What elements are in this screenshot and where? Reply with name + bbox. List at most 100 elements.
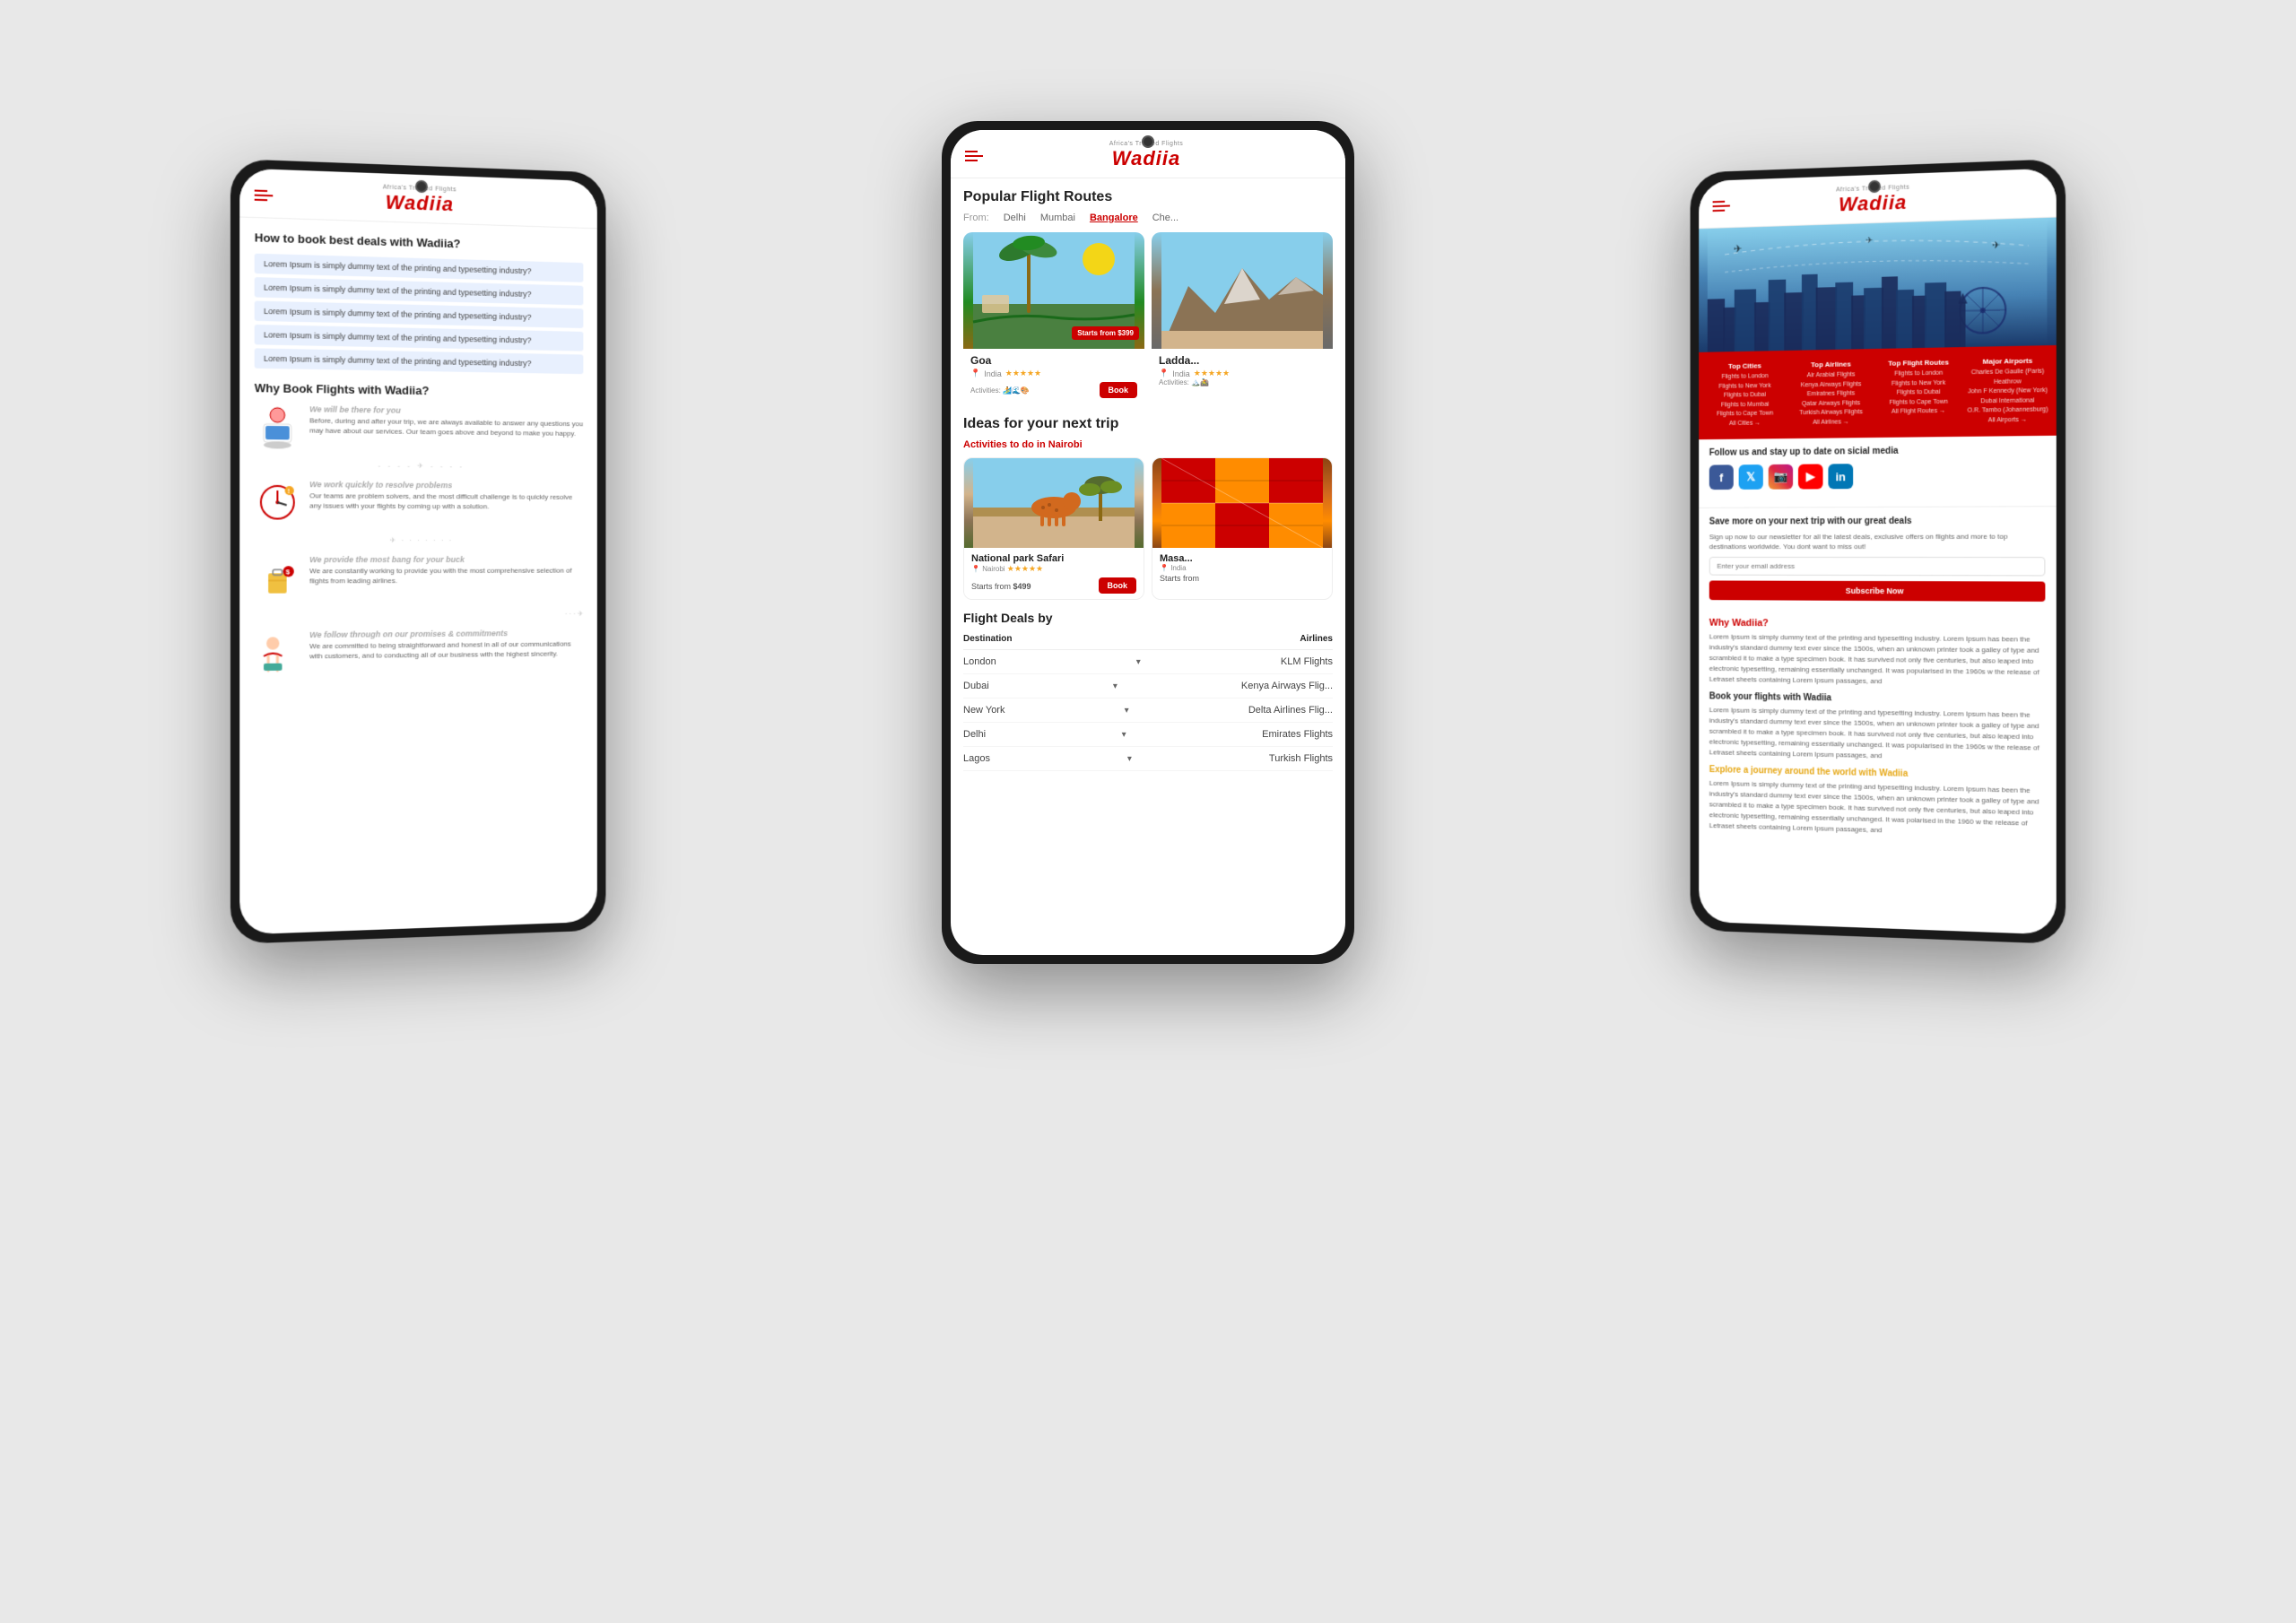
dest-newyork: New York	[963, 705, 1004, 716]
svg-text:✈: ✈	[1866, 236, 1873, 246]
why-text-2: We work quickly to resolve problems Our …	[309, 480, 583, 512]
nav-routes-title: Top Flight Routes	[1878, 358, 1959, 368]
masai-subtitle: 📍 India	[1160, 564, 1325, 572]
masai-price: Starts from	[1160, 574, 1325, 583]
chevron-lagos: ▾	[1127, 754, 1132, 764]
youtube-icon[interactable]: ▶	[1798, 464, 1823, 489]
activity-cards-container: National park Safari 📍 Nairobi ★★★★★ Sta…	[963, 457, 1333, 600]
header-right-space-left	[562, 205, 583, 206]
why-text-4: We follow through on our promises & comm…	[309, 629, 583, 662]
tab-mumbai[interactable]: Mumbai	[1040, 213, 1075, 223]
deals-row-dubai[interactable]: Dubai ▾ Kenya Airways Flig...	[963, 674, 1333, 699]
airlines-col-header: Airlines	[1300, 634, 1333, 644]
ladakh-activities: Activities: 🏔️🚵	[1159, 378, 1326, 386]
main-scene: Africa's Trusted Flights Wadiia How to b…	[161, 94, 2135, 1529]
tab-delhi[interactable]: Delhi	[1004, 213, 1026, 223]
deals-row-newyork[interactable]: New York ▾ Delta Airlines Flig...	[963, 699, 1333, 723]
hamburger-menu-center[interactable]	[965, 151, 983, 161]
why-item-1: We will be there for you Before, during …	[255, 404, 584, 452]
nav-airports-link-1[interactable]: Charles De Gaulle (Paris)	[1967, 368, 2049, 378]
airline-delhi: Emirates Flights	[1262, 729, 1333, 740]
why-text-1: We will be there for you Before, during …	[309, 404, 583, 438]
nav-cities-link-5[interactable]: Flights to Cape Town	[1706, 409, 1784, 420]
deals-header: Destination Airlines	[963, 629, 1333, 650]
linkedin-icon[interactable]: in	[1828, 464, 1853, 489]
center-phone-content: Popular Flight Routes From: Delhi Mumbai…	[951, 178, 1345, 782]
nav-airlines-link-2[interactable]: Kenya Airways Flights	[1791, 380, 1871, 391]
nav-airports-link-3[interactable]: John F Kennedy (New York)	[1967, 386, 2049, 397]
safari-price-btn: Starts from $499 Book	[971, 577, 1136, 594]
hamburger-menu-right[interactable]	[1713, 200, 1730, 211]
phone-center-screen: Africa's Trusted Flights Wadiia Popular …	[951, 130, 1345, 955]
faq-item-4[interactable]: Lorem Ipsum is simply dummy text of the …	[255, 325, 584, 352]
newsletter-section: Save more on your next trip with our gre…	[1699, 506, 2057, 611]
deals-row-delhi[interactable]: Delhi ▾ Emirates Flights	[963, 723, 1333, 747]
goa-price-btn: Activities: 🏄🌊🎨 Book	[970, 382, 1137, 398]
city-skyline: ✈ ✈ ✈	[1699, 218, 2057, 352]
flight-card-ladakh[interactable]: Ladda... 📍 India ★★★★★ Activities: 🏔️🚵	[1152, 232, 1333, 404]
deco-line-3: · · · ✈	[255, 610, 584, 620]
about-text: Lorem Ipsum is simply dummy text of the …	[1709, 632, 2046, 690]
why-icon-3: $	[255, 555, 300, 601]
goa-title: Goa	[970, 354, 1137, 367]
faq-item-2[interactable]: Lorem Ipsum is simply dummy text of the …	[255, 277, 584, 305]
airline-newyork: Delta Airlines Flig...	[1248, 705, 1333, 716]
email-input[interactable]	[1709, 557, 2046, 577]
logo-text-right: Wadiia	[1839, 191, 1907, 217]
nav-airports-all[interactable]: All Airports →	[1967, 415, 2049, 426]
nav-routes-link-4[interactable]: Flights to Cape Town	[1878, 397, 1959, 408]
chevron-delhi: ▾	[1122, 730, 1126, 740]
instagram-icon[interactable]: 📷	[1769, 464, 1793, 490]
tab-che[interactable]: Che...	[1152, 213, 1178, 223]
ladakh-scene	[1152, 232, 1333, 349]
phone-right-screen: Africa's Trusted Flights Wadiia	[1699, 169, 2057, 935]
svg-text:!: !	[288, 489, 290, 495]
why-book-section: We will be there for you Before, during …	[255, 404, 584, 676]
deals-row-london[interactable]: London ▾ KLM Flights	[963, 650, 1333, 674]
faq-item-5[interactable]: Lorem Ipsum is simply dummy text of the …	[255, 348, 584, 374]
twitter-icon[interactable]: 𝕏	[1739, 464, 1763, 490]
safari-book-button[interactable]: Book	[1099, 577, 1137, 594]
newsletter-title: Save more on your next trip with our gre…	[1709, 516, 2046, 526]
price-badge-goa: Starts from $399	[1072, 326, 1139, 340]
flight-card-goa[interactable]: Starts from $399 Goa 📍 India ★★★★★ Activ…	[963, 232, 1144, 404]
nav-routes-all[interactable]: All Flight Routes →	[1878, 407, 1959, 418]
social-section: Follow us and stay up to date on sicial …	[1699, 436, 2057, 508]
ladakh-country: India	[1172, 369, 1190, 378]
about-section: Why Wadiia? Lorem Ipsum is simply dummy …	[1699, 609, 2057, 850]
subscribe-button[interactable]: Subscribe Now	[1709, 581, 2046, 602]
nav-top-routes: Top Flight Routes Flights to London Flig…	[1874, 354, 1962, 430]
dest-delhi: Delhi	[963, 729, 986, 740]
dest-lagos: Lagos	[963, 753, 990, 764]
destination-col-header: Destination	[963, 634, 1012, 644]
deals-row-lagos[interactable]: Lagos ▾ Turkish Flights	[963, 747, 1333, 771]
hamburger-menu-left[interactable]	[255, 189, 274, 201]
bag-icon: $	[255, 555, 300, 601]
goa-country: India	[984, 369, 1002, 378]
nav-cities-title: Top Cities	[1706, 361, 1784, 370]
nav-airlines-all[interactable]: All Airlines →	[1791, 418, 1871, 429]
deals-table: Destination Airlines London ▾ KLM Flight…	[963, 629, 1333, 771]
goa-activities: Activities: 🏄🌊🎨	[970, 386, 1030, 395]
why-icon-2: !	[255, 480, 300, 525]
ladakh-stars: ★★★★★	[1194, 369, 1230, 378]
nav-airports: Major Airports Charles De Gaulle (Paris)…	[1962, 352, 2052, 430]
deals-section: Flight Deals by Destination Airlines Lon…	[963, 611, 1333, 771]
masai-scene	[1152, 458, 1332, 548]
why-desc-4: We are committed to being straightforwar…	[309, 638, 583, 661]
safari-image	[964, 458, 1144, 548]
safari-subtitle: 📍 Nairobi ★★★★★	[971, 564, 1136, 574]
nav-airports-link-5[interactable]: O.R. Tambo (Johannesburg)	[1967, 405, 2049, 416]
faq-item-3[interactable]: Lorem Ipsum is simply dummy text of the …	[255, 301, 584, 328]
airline-dubai: Kenya Airways Flig...	[1241, 681, 1333, 691]
svg-text:✈: ✈	[1734, 242, 1743, 255]
nav-cities-all[interactable]: All Cities →	[1706, 419, 1784, 429]
tab-bangalore[interactable]: Bangalore	[1090, 213, 1138, 223]
why-heading-2: We work quickly to resolve problems	[309, 480, 583, 490]
facebook-icon[interactable]: f	[1709, 464, 1734, 490]
safari-price: Starts from $499	[971, 582, 1031, 591]
nav-airlines-link-5[interactable]: Turkish Airways Flights	[1791, 408, 1871, 419]
activity-card-safari[interactable]: National park Safari 📍 Nairobi ★★★★★ Sta…	[963, 457, 1144, 600]
goa-book-button[interactable]: Book	[1100, 382, 1138, 398]
activity-card-masai[interactable]: Masa... 📍 India Starts from	[1152, 457, 1333, 600]
